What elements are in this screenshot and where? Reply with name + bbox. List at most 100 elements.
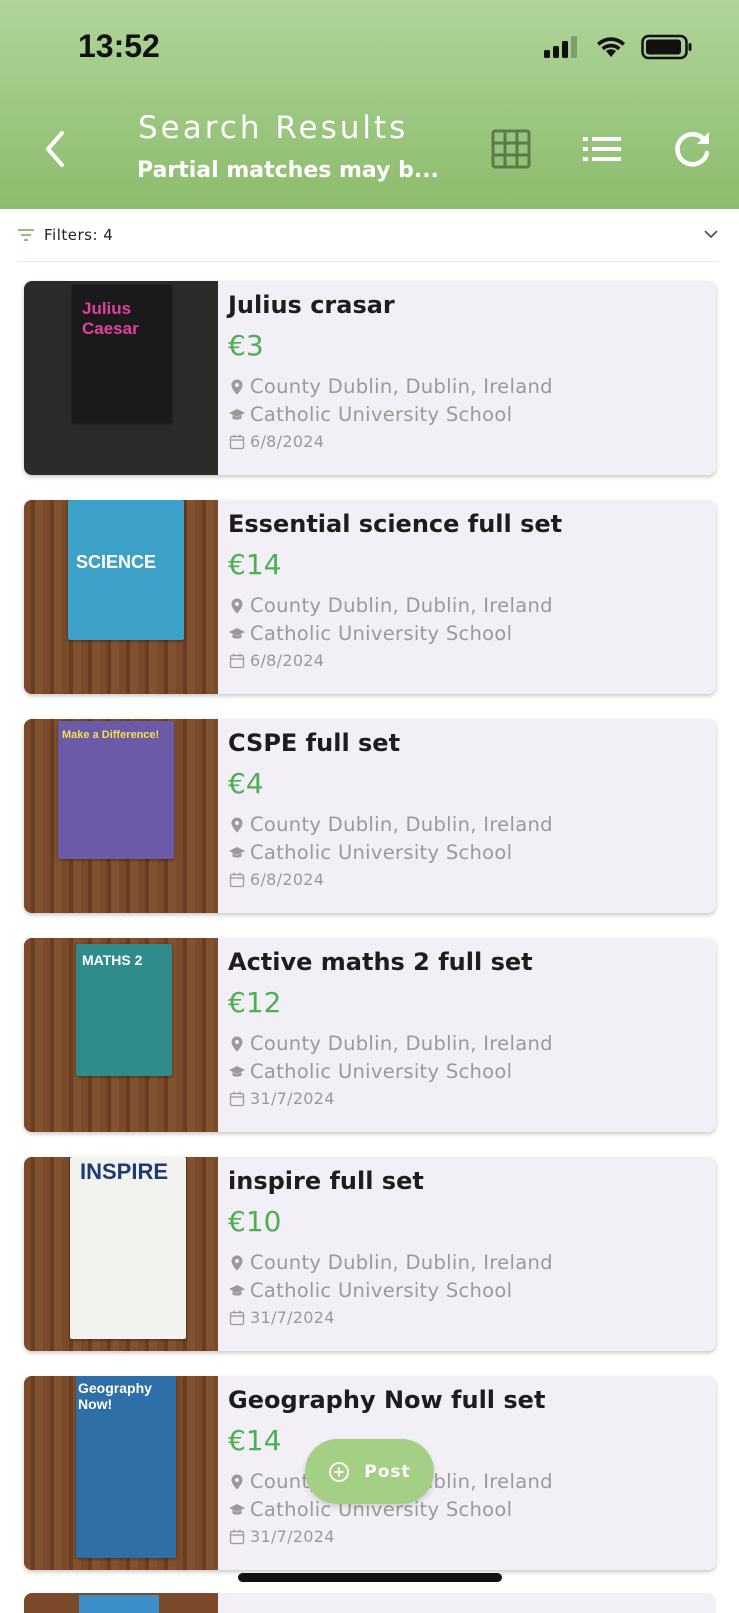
listing-card[interactable]: Make a Difference! CSPE full set €4 Coun… bbox=[24, 719, 716, 913]
listing-title: Active maths 2 full set bbox=[228, 948, 533, 976]
listing-card[interactable]: MATHS 2 Active maths 2 full set €12 Coun… bbox=[24, 938, 716, 1132]
listing-school-text: Catholic University School bbox=[250, 622, 513, 645]
grid-view-button[interactable] bbox=[486, 124, 536, 174]
graduation-cap-icon bbox=[229, 846, 245, 858]
grid-view-icon bbox=[491, 129, 531, 169]
calendar-icon bbox=[229, 1310, 245, 1325]
listing-school: Catholic University School bbox=[228, 403, 512, 426]
listing-date: 6/8/2024 bbox=[228, 870, 324, 889]
page-title: Search Results bbox=[138, 110, 409, 146]
listing-image: Geography Now! bbox=[24, 1376, 218, 1570]
listing-location: County Dublin, Dublin, Ireland bbox=[228, 1032, 553, 1055]
listing-date: 31/7/2024 bbox=[228, 1089, 335, 1108]
listing-location-text: County Dublin, Dublin, Ireland bbox=[250, 1032, 553, 1055]
book-cover-title: MATHS 2 bbox=[82, 952, 143, 968]
listing-location-text: County Dublin, Dublin, Ireland bbox=[250, 594, 553, 617]
listing-location-text: County Dublin, Dublin, Ireland bbox=[250, 1251, 553, 1274]
calendar-icon bbox=[229, 1529, 245, 1544]
listing-date-text: 31/7/2024 bbox=[250, 1308, 335, 1327]
listing-date: 6/8/2024 bbox=[228, 651, 324, 670]
listing-image: MATHS 2 bbox=[24, 938, 218, 1132]
wifi-icon bbox=[597, 37, 625, 57]
listing-location-text: County Dublin, Dublin, Ireland bbox=[250, 813, 553, 836]
listing-title: inspire full set bbox=[228, 1167, 424, 1195]
location-pin-icon bbox=[231, 817, 243, 832]
listing-school: Catholic University School bbox=[228, 622, 512, 645]
post-button[interactable]: Post bbox=[305, 1439, 434, 1504]
listing-price: €10 bbox=[228, 1205, 282, 1238]
status-time: 13:52 bbox=[78, 28, 160, 64]
listing-date-text: 6/8/2024 bbox=[250, 432, 325, 451]
listing-title: Julius crasar bbox=[228, 291, 395, 319]
listing-location-text: County Dublin, Dublin, Ireland bbox=[250, 375, 553, 398]
listing-school: Catholic University School bbox=[228, 841, 512, 864]
filters-divider bbox=[18, 261, 719, 262]
listing-image: INSPIRE bbox=[24, 1157, 218, 1351]
listing-location: County Dublin, Dublin, Ireland bbox=[228, 375, 553, 398]
battery-icon bbox=[641, 34, 692, 60]
location-pin-icon bbox=[231, 598, 243, 613]
calendar-icon bbox=[229, 1091, 245, 1106]
graduation-cap-icon bbox=[229, 1503, 245, 1515]
calendar-icon bbox=[229, 434, 245, 449]
listing-price: €4 bbox=[228, 767, 264, 800]
listing-price: €14 bbox=[228, 1424, 282, 1457]
listing-title: Geography Now full set bbox=[228, 1386, 546, 1414]
book-cover-title: INSPIRE bbox=[80, 1159, 169, 1184]
listing-location: County Dublin, Dublin, Ireland bbox=[228, 813, 553, 836]
listing-date: 31/7/2024 bbox=[228, 1527, 335, 1546]
graduation-cap-icon bbox=[229, 1065, 245, 1077]
listing-price: €3 bbox=[228, 329, 264, 362]
post-button-label: Post bbox=[364, 1461, 411, 1482]
listing-card[interactable]: INSPIRE inspire full set €10 County Dubl… bbox=[24, 1157, 716, 1351]
graduation-cap-icon bbox=[229, 1284, 245, 1296]
listing-price: €14 bbox=[228, 548, 282, 581]
listing-image: Make a Difference! bbox=[24, 719, 218, 913]
listing-date: 31/7/2024 bbox=[228, 1308, 335, 1327]
filters-bar[interactable]: Filters: 4 bbox=[0, 212, 739, 258]
location-pin-icon bbox=[231, 379, 243, 394]
listing-school-text: Catholic University School bbox=[250, 1279, 513, 1302]
listing-date-text: 31/7/2024 bbox=[250, 1089, 335, 1108]
list-view-button[interactable] bbox=[577, 124, 627, 174]
listing-title: CSPE full set bbox=[228, 729, 401, 757]
calendar-icon bbox=[229, 872, 245, 887]
listing-image: Julius Caesar bbox=[24, 281, 218, 475]
listing-card-partial[interactable] bbox=[24, 1593, 716, 1613]
book-cover-title: Make a Difference! bbox=[62, 729, 160, 741]
list-view-icon bbox=[583, 137, 621, 161]
home-indicator[interactable] bbox=[238, 1573, 502, 1582]
refresh-icon bbox=[675, 132, 710, 167]
listing-location: County Dublin, Dublin, Ireland bbox=[228, 1251, 553, 1274]
book-cover-title: Julius Caesar bbox=[82, 299, 139, 338]
location-pin-icon bbox=[231, 1255, 243, 1270]
page-subtitle: Partial matches may b... bbox=[137, 158, 439, 183]
filters-label: Filters: 4 bbox=[44, 226, 114, 244]
filter-icon bbox=[18, 229, 34, 241]
graduation-cap-icon bbox=[229, 627, 245, 639]
location-pin-icon bbox=[231, 1474, 243, 1489]
listing-date-text: 31/7/2024 bbox=[250, 1527, 335, 1546]
graduation-cap-icon bbox=[229, 408, 245, 420]
book-cover bbox=[58, 721, 174, 859]
status-icons bbox=[543, 34, 693, 60]
signal-icon bbox=[544, 36, 577, 58]
listing-school-text: Catholic University School bbox=[250, 403, 513, 426]
plus-circle-icon bbox=[329, 1461, 350, 1482]
location-pin-icon bbox=[231, 1036, 243, 1051]
listing-date: 6/8/2024 bbox=[228, 432, 324, 451]
refresh-button[interactable] bbox=[668, 124, 718, 174]
book-cover-title: SCIENCE bbox=[76, 552, 157, 572]
listing-date-text: 6/8/2024 bbox=[250, 870, 325, 889]
book-cover-title: Geography Now! bbox=[78, 1380, 152, 1412]
back-button[interactable] bbox=[30, 124, 80, 174]
chevron-left-icon bbox=[46, 131, 64, 167]
listing-location: County Dublin, Dublin, Ireland bbox=[228, 594, 553, 617]
chevron-down-icon[interactable] bbox=[704, 229, 718, 239]
listing-card[interactable]: Julius Caesar Julius crasar €3 County Du… bbox=[24, 281, 716, 475]
listing-school-text: Catholic University School bbox=[250, 841, 513, 864]
listing-school: Catholic University School bbox=[228, 1060, 512, 1083]
listing-card[interactable]: SCIENCE Essential science full set €14 C… bbox=[24, 500, 716, 694]
app-header: 13:52 Search Results Partial matches may… bbox=[0, 0, 739, 209]
listing-school-text: Catholic University School bbox=[250, 1060, 513, 1083]
